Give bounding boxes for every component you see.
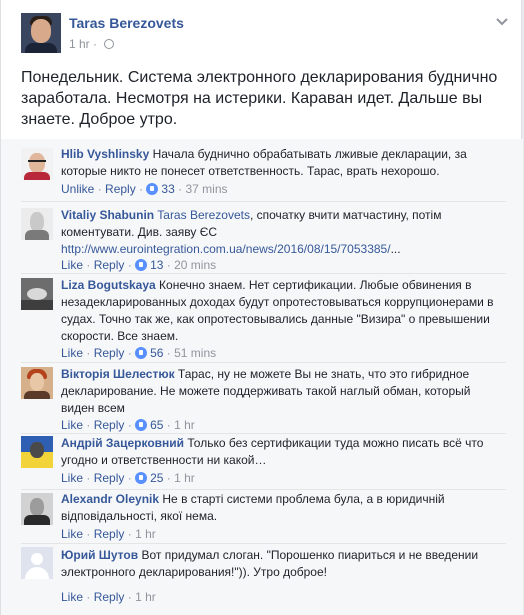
like-link[interactable]: Like <box>61 258 83 272</box>
divider <box>21 433 506 434</box>
chevron-down-icon[interactable] <box>495 14 509 28</box>
comment-actions: Like · Reply · 65 · 1 hr <box>61 418 195 432</box>
thumbs-up-icon <box>135 419 148 431</box>
like-link[interactable]: Like <box>61 346 83 360</box>
like-link[interactable]: Like <box>61 527 83 541</box>
comment-time[interactable]: 20 mins <box>174 258 216 272</box>
reply-link[interactable]: Reply <box>94 590 125 604</box>
like-link[interactable]: Like <box>61 471 83 485</box>
post-time[interactable]: 1 hr <box>69 37 90 51</box>
thumbs-up-icon <box>135 472 148 484</box>
commenter-avatar[interactable] <box>21 547 53 579</box>
commenter-avatar[interactable] <box>21 436 53 468</box>
comment-body: Вікторія Шелестюк Тарас, ну не можете Вы… <box>61 366 506 417</box>
like-link[interactable]: Like <box>61 418 83 432</box>
comment-actions: Like · Reply · 1 hr <box>61 527 156 541</box>
unlike-link[interactable]: Unlike <box>61 182 94 196</box>
like-count[interactable]: 65 <box>150 418 163 432</box>
divider <box>21 489 506 490</box>
divider <box>21 201 506 202</box>
comment-body: Hlib Vyshlinsky Начала буднично обрабаты… <box>61 146 506 180</box>
author-name[interactable]: Taras Berezovets <box>69 15 184 31</box>
commenter-avatar[interactable] <box>21 278 53 310</box>
divider <box>21 273 506 274</box>
globe-icon <box>104 39 115 49</box>
like-count[interactable]: 56 <box>150 346 163 360</box>
post-header: Taras Berezovets 1 hr · <box>1 0 523 60</box>
meta-separator: · <box>93 37 98 51</box>
thumbs-up-icon <box>135 259 148 271</box>
comment-time[interactable]: 51 mins <box>174 346 216 360</box>
thumbs-up-icon <box>146 183 159 195</box>
like-count[interactable]: 13 <box>150 258 163 272</box>
reply-link[interactable]: Reply <box>94 418 125 432</box>
commenter-name[interactable]: Alexandr Oleynik <box>61 492 159 506</box>
comment-body: Liza Bogutskaya Конечно знаем. Нет серти… <box>61 277 506 345</box>
divider <box>21 543 506 544</box>
comment-time[interactable]: 1 hr <box>135 590 156 604</box>
commenter-avatar[interactable] <box>21 148 53 180</box>
comment-actions: Unlike · Reply · 33 · 37 mins <box>61 182 228 196</box>
author-avatar[interactable] <box>21 13 61 53</box>
commenter-avatar[interactable] <box>21 367 53 399</box>
reply-link[interactable]: Reply <box>94 346 125 360</box>
reply-link[interactable]: Reply <box>105 182 136 196</box>
commenter-name[interactable]: Vitaliy Shabunin <box>61 208 154 222</box>
comment-actions: Like · Reply · 56 · 51 mins <box>61 346 217 360</box>
link-ellipsis: ... <box>390 242 401 256</box>
comment-time[interactable]: 1 hr <box>135 527 156 541</box>
comment-actions: Like · Reply · 25 · 1 hr <box>61 471 195 485</box>
comment-time[interactable]: 1 hr <box>174 471 195 485</box>
divider <box>21 362 506 363</box>
commenter-name[interactable]: Liza Bogutskaya <box>61 278 156 292</box>
comment-time[interactable]: 37 mins <box>185 182 227 196</box>
comment-actions: Like · Reply · 13 · 20 mins <box>61 258 217 272</box>
comment-body: Андрій Зацерковний Только без сертификац… <box>61 435 506 469</box>
post-card: Taras Berezovets 1 hr · Понедельник. Сис… <box>0 0 523 615</box>
comment-body: Юрий Шутов Вот придумал слоган. "Порошен… <box>61 547 506 581</box>
like-link[interactable]: Like <box>61 590 83 604</box>
external-link[interactable]: http://www.eurointegration.com.ua/news/2… <box>61 242 391 256</box>
comment-time[interactable]: 1 hr <box>174 418 195 432</box>
mention-link[interactable]: Taras Berezovets <box>157 208 250 222</box>
like-count[interactable]: 25 <box>150 471 163 485</box>
post-text: Понедельник. Система электронного деклар… <box>21 69 498 128</box>
reply-link[interactable]: Reply <box>94 471 125 485</box>
comment-actions: Like · Reply · 1 hr <box>61 590 156 604</box>
post-meta: 1 hr · <box>69 37 115 51</box>
comment-body: Alexandr Oleynik Не в старті системи про… <box>61 491 506 525</box>
commenter-name[interactable]: Юрий Шутов <box>61 548 138 562</box>
reply-link[interactable]: Reply <box>94 527 125 541</box>
thumbs-up-icon <box>135 347 148 359</box>
commenter-avatar[interactable] <box>21 208 53 240</box>
commenter-avatar[interactable] <box>21 493 53 525</box>
commenter-name[interactable]: Hlib Vyshlinsky <box>61 147 149 161</box>
like-count[interactable]: 33 <box>161 182 174 196</box>
comment-body: Vitaliy Shabunin Taras Berezovets, споча… <box>61 207 506 258</box>
commenter-name[interactable]: Вікторія Шелестюк <box>61 367 175 381</box>
comments-section: Hlib Vyshlinsky Начала буднично обрабаты… <box>1 139 523 615</box>
reply-link[interactable]: Reply <box>94 258 125 272</box>
commenter-name[interactable]: Андрій Зацерковний <box>61 436 184 450</box>
